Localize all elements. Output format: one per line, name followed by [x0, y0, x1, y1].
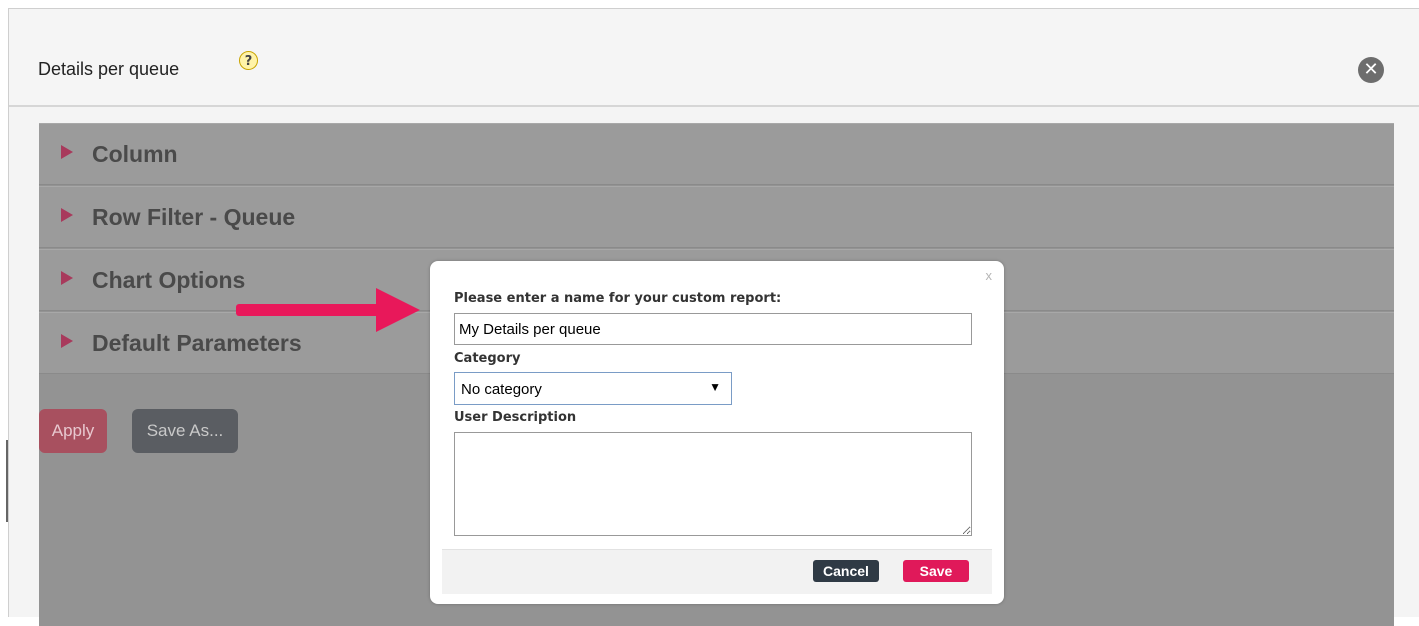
help-icon[interactable]: ?: [239, 51, 258, 70]
category-selected-value: No category: [461, 381, 542, 398]
report-name-label: Please enter a name for your custom repo…: [454, 291, 782, 306]
dropdown-caret-icon: ▼: [709, 380, 721, 394]
expand-triangle-icon: [61, 145, 73, 159]
category-select[interactable]: No category ▼: [454, 372, 732, 405]
cancel-button[interactable]: Cancel: [813, 560, 879, 582]
expand-triangle-icon: [61, 271, 73, 285]
save-report-dialog: x Please enter a name for your custom re…: [430, 261, 1004, 604]
user-description-input[interactable]: [454, 432, 972, 536]
category-label: Category: [454, 351, 521, 366]
section-label: Row Filter - Queue: [92, 204, 296, 230]
save-button[interactable]: Save: [903, 560, 969, 582]
user-description-label: User Description: [454, 410, 577, 425]
dialog-footer: Cancel Save: [442, 549, 992, 594]
section-label: Column: [92, 141, 178, 167]
expand-triangle-icon: [61, 334, 73, 348]
panel-title: Details per queue: [38, 59, 180, 79]
section-row-filter-queue[interactable]: Row Filter - Queue: [39, 186, 1394, 248]
close-icon[interactable]: ✕: [1358, 57, 1384, 83]
expand-triangle-icon: [61, 208, 73, 222]
save-as-button[interactable]: Save As...: [132, 409, 238, 453]
dialog-close-button[interactable]: x: [986, 268, 993, 283]
panel-header: Details per queue ? ✕: [9, 9, 1419, 107]
apply-button[interactable]: Apply: [39, 409, 107, 453]
pointer-arrow-icon: [236, 288, 420, 332]
section-column[interactable]: Column: [39, 123, 1394, 185]
report-name-input[interactable]: [454, 313, 972, 345]
